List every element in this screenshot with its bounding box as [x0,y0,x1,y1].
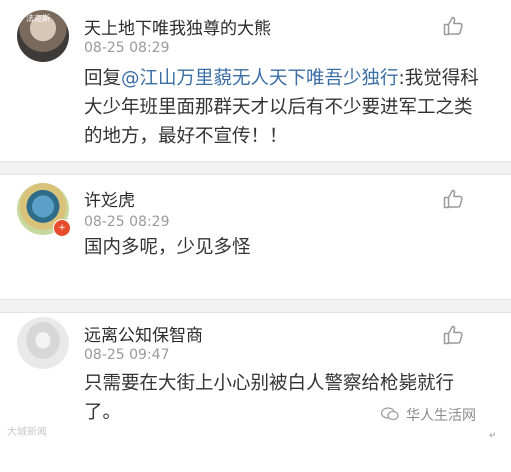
thumbs-up-icon[interactable] [442,187,466,211]
comment-item: 远离公知保智商 08-25 09:47 只需要在大街上小心别被白人警察给枪毙就行… [0,313,511,472]
comment-time: 08-25 09:47 [84,347,170,363]
watermark-right: 华人生活网 [406,408,476,424]
comment-time: 08-25 08:29 [84,214,170,230]
thumbs-up-icon[interactable] [442,323,466,347]
wechat-logo-icon [381,407,399,421]
comment-item: 许彣虎 08-25 08:29 国内多呢，少见多怪 [0,175,511,299]
watermark-left: 大城新闻 [7,427,47,438]
comment-content: 回复@江山万里藐无人天下唯吾少独行:我觉得科大少年班里面那群天才以后有不少要进军… [84,64,484,151]
comment-username[interactable]: 天上地下唯我独尊的大熊 [84,14,271,39]
comment-text: 国内多呢，少见多怪 [84,237,251,258]
avatar[interactable] [17,317,69,369]
thumbs-up-icon[interactable] [442,14,466,38]
comment-item: 法克斯 天上地下唯我独尊的大熊 08-25 08:29 回复@江山万里藐无人天下… [0,0,511,161]
reply-prefix: 回复 [84,68,122,89]
avatar-label: 法克斯 [26,14,50,23]
comment-content: 国内多呢，少见多怪 [84,233,484,262]
comment-divider [0,161,511,175]
comment-divider [0,299,511,313]
comment-username[interactable]: 许彣虎 [84,186,135,211]
avatar[interactable]: 法克斯 [17,10,69,62]
comment-username[interactable]: 远离公知保智商 [84,321,203,346]
comment-time: 08-25 08:29 [84,40,170,56]
reply-mention-link[interactable]: @江山万里藐无人天下唯吾少独行 [121,68,399,89]
badge-icon: + [53,219,71,237]
paragraph-mark: ↵ [489,431,497,441]
